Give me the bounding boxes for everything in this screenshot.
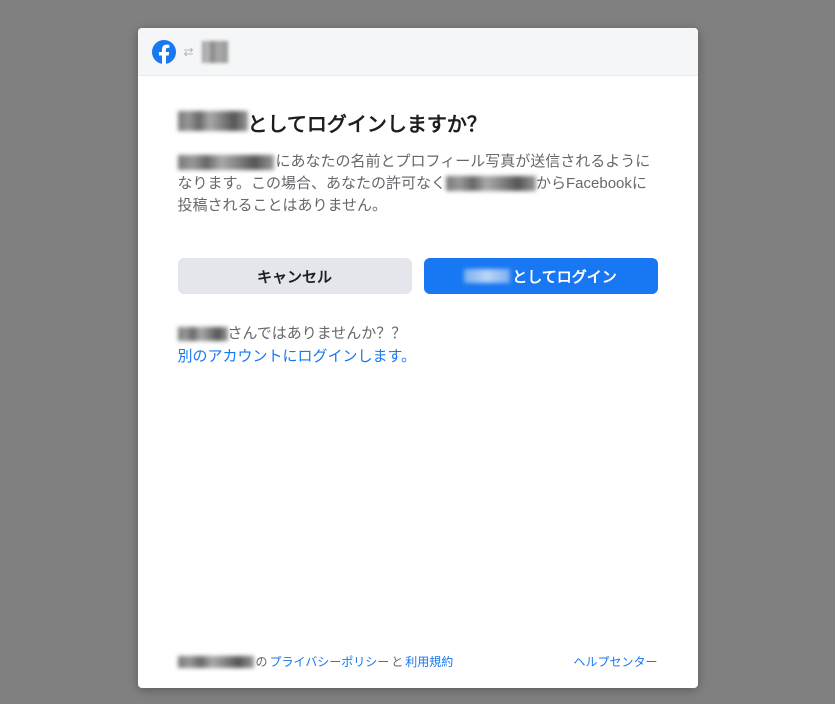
redacted-username (178, 111, 248, 131)
privacy-policy-link[interactable]: プライバシーポリシー (270, 653, 390, 670)
redacted-appname-footer (178, 656, 254, 668)
dialog-footer: の プライバシーポリシー と 利用規約 ヘルプセンター (138, 641, 698, 688)
not-you-section: さんではありませんか？？ 別のアカウントにログインします。 (178, 322, 658, 366)
terms-link[interactable]: 利用規約 (405, 653, 453, 670)
title-text: としてログインしますか？ (248, 108, 487, 137)
facebook-logo-icon (152, 40, 176, 64)
switch-account-link[interactable]: 別のアカウントにログインします。 (178, 345, 658, 366)
dialog-title: としてログインしますか？ (178, 108, 658, 137)
login-as-button[interactable]: としてログイン (424, 258, 658, 294)
cancel-button[interactable]: キャンセル (178, 258, 412, 294)
redacted-appname (178, 155, 274, 170)
dialog-content: としてログインしますか？ にあなたの名前とプロフィール写真が送信されるようになり… (138, 76, 698, 641)
button-row: キャンセル としてログイン (178, 258, 658, 294)
login-button-suffix: としてログイン (512, 266, 617, 287)
oauth-dialog: ⇄ としてログインしますか？ にあなたの名前とプロフィール写真が送信されるように… (138, 28, 698, 688)
help-center-link[interactable]: ヘルプセンター (573, 653, 657, 670)
redacted-appname-2 (446, 176, 536, 191)
not-you-text: さんではありませんか？？ (228, 325, 407, 342)
footer-and: と (391, 653, 403, 670)
footer-of: の (256, 653, 268, 670)
redacted-username-notyou (178, 327, 228, 341)
dialog-header: ⇄ (138, 28, 698, 76)
permission-description: にあなたの名前とプロフィール写真が送信されるようになります。この場合、あなたの許… (178, 151, 658, 216)
footer-links: の プライバシーポリシー と 利用規約 (178, 653, 454, 670)
app-avatar (202, 41, 228, 63)
redacted-username-button (464, 269, 510, 283)
link-arrow-icon: ⇄ (184, 45, 194, 59)
